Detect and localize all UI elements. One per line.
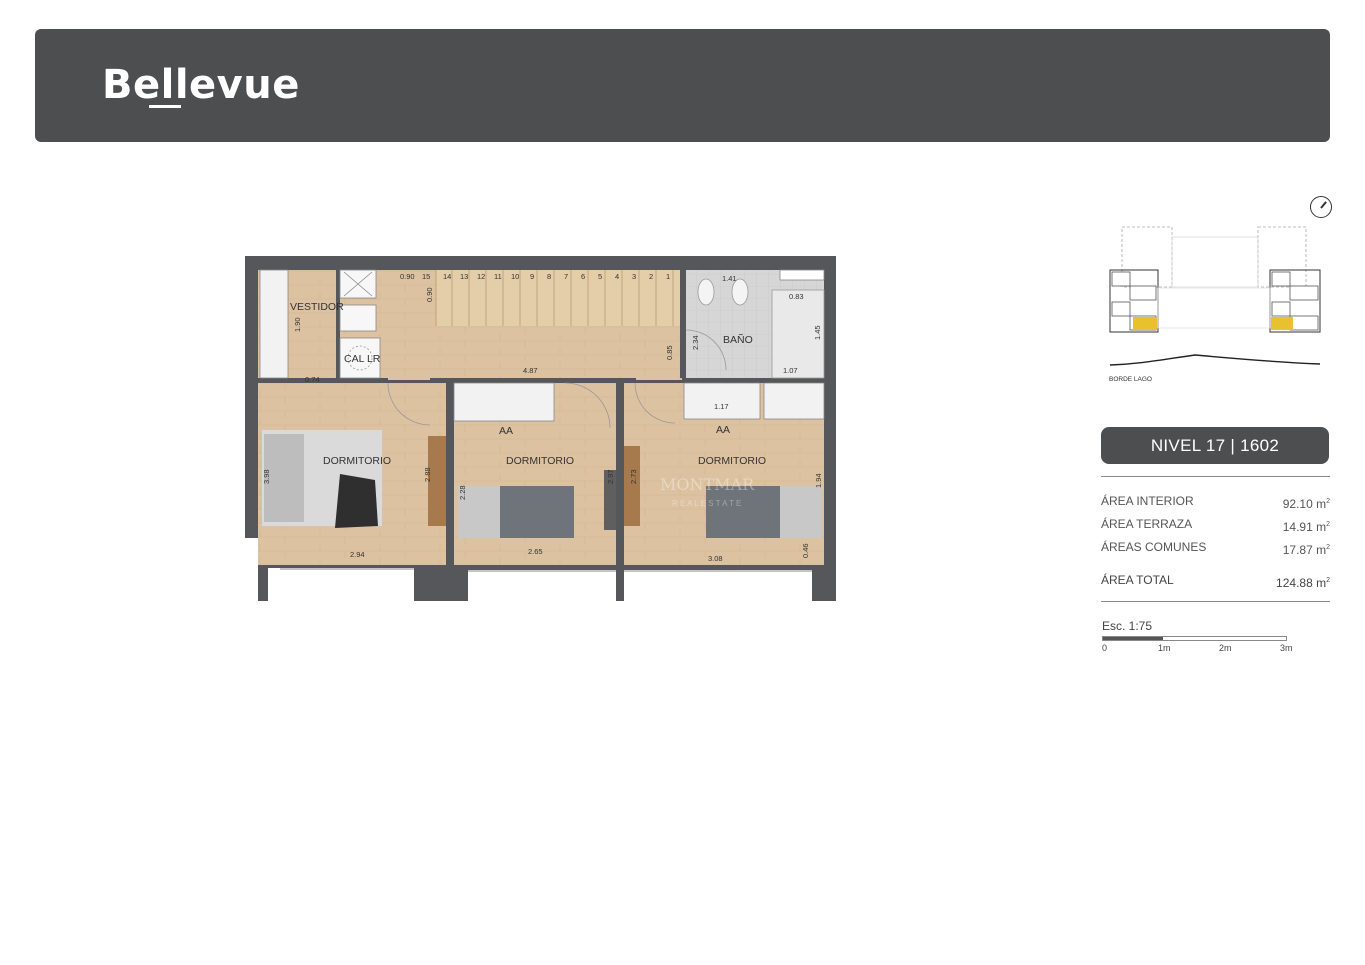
dim-0-46: 0.46 [801,543,810,558]
unit-label: NIVEL 17 | 1602 [1101,427,1329,464]
areas-table: ÁREA INTERIOR 92.10 m2 ÁREA TERRAZA 14.9… [1101,476,1330,602]
window-bath [779,269,825,281]
lake-edge-line [1109,354,1321,366]
room-label-aa-2: AA [716,424,730,436]
stair-step-2: 2 [649,272,653,281]
brand-underline [149,105,181,108]
watermark-tagline: R E A L E S T A T E [672,499,741,508]
floor-plan: 15 14 13 12 11 10 9 8 7 6 5 4 3 2 1 VEST… [245,256,836,601]
stair-step-10: 10 [511,272,519,281]
north-arrow-icon [1310,196,1332,218]
scale-tick: 0 [1102,643,1108,653]
area-row: ÁREA INTERIOR 92.10 m2 [1101,490,1330,513]
dim-0-90-a: 0.90 [400,272,415,281]
room-label-dormitorio-2: DORMITORIO [506,455,574,467]
room-label-dormitorio-3: DORMITORIO [698,455,766,467]
stair-step-6: 6 [581,272,585,281]
scale-tick: 1m [1158,643,1171,653]
dim-1-45: 1.45 [813,325,822,340]
vestidor-closet [259,269,289,379]
unit-highlight-left [1133,317,1157,330]
closet-dorm-2 [453,382,555,422]
stair-step-11: 11 [494,272,502,281]
closet-dorm-3 [683,382,761,420]
dim-3-98: 3.98 [262,469,271,484]
stair-step-13: 13 [460,272,468,281]
area-value: 17.87 m2 [1282,543,1330,557]
room-label-aa-1: AA [499,425,513,437]
stair-step-8: 8 [547,272,551,281]
dim-2-97: 2.97 [606,469,615,484]
dim-1-17: 1.17 [714,402,729,411]
closet-dorm-3b [763,382,825,420]
stairs [436,270,682,326]
dim-1-07: 1.07 [783,366,798,375]
stair-step-3: 3 [632,272,636,281]
dim-2-94: 2.94 [350,550,365,559]
room-label-cal-lr: CAL LR [344,353,381,365]
dim-0-90-b: 0.90 [425,287,434,302]
brand-logo: Bellevue [102,62,300,108]
unit-highlight-right [1271,317,1293,330]
dim-2-28: 2.28 [458,485,467,500]
area-total-row: ÁREA TOTAL 124.88 m2 [1101,569,1330,592]
dim-3-08: 3.08 [708,554,723,563]
room-label-vestidor: VESTIDOR [290,301,344,313]
toilet [697,278,715,306]
dim-2-73: 2.73 [629,469,638,484]
dim-1-90: 1.90 [293,317,302,332]
dim-1-41: 1.41 [722,274,737,283]
stair-step-5: 5 [598,272,602,281]
stair-step-7: 7 [564,272,568,281]
dim-4-87: 4.87 [523,366,538,375]
area-total-label: ÁREA TOTAL [1101,573,1174,587]
stair-step-15: 15 [422,272,430,281]
dim-2-34: 2.34 [691,335,700,350]
area-row: ÁREAS COMUNES 17.87 m2 [1101,536,1330,559]
stair-step-4: 4 [615,272,619,281]
utility-box [339,304,377,332]
bed-dorm-2 [458,486,574,538]
dim-2-65: 2.65 [528,547,543,556]
scale-ticks: 0 1m 2m 3m [1102,641,1302,653]
dim-0-85: 0.85 [665,345,674,360]
dim-0-74: 0.74 [305,375,320,384]
stair-step-14: 14 [443,272,451,281]
area-value: 14.91 m2 [1282,520,1330,534]
scale-tick: 3m [1280,643,1293,653]
watermark-name: MONTMAR [660,475,755,494]
area-label: ÁREA INTERIOR [1101,494,1194,508]
stair-step-1: 1 [666,272,670,281]
area-value: 92.10 m2 [1282,497,1330,511]
stair-step-9: 9 [530,272,534,281]
stair-step-12: 12 [477,272,485,281]
site-caption: BORDE LAGO [1109,376,1152,383]
room-label-dormitorio-1: DORMITORIO [323,455,391,467]
area-row: ÁREA TERRAZA 14.91 m2 [1101,513,1330,536]
dim-1-94: 1.94 [814,473,823,488]
area-label: ÁREAS COMUNES [1101,540,1207,554]
scale-bar: Esc. 1:75 0 1m 2m 3m [1102,619,1302,653]
desk-3 [624,446,640,526]
header-banner: Bellevue [35,29,1330,142]
dim-2-88: 2.88 [423,467,432,482]
bed-dorm-1 [262,430,382,528]
area-total-value: 124.88 m2 [1276,576,1330,590]
scale-label: Esc. 1:75 [1102,619,1153,633]
site-plan: BORDE LAGO [1109,226,1321,383]
area-label: ÁREA TERRAZA [1101,517,1193,531]
scale-tick: 2m [1219,643,1232,653]
dim-0-83: 0.83 [789,292,804,301]
room-label-bano: BAÑO [723,333,753,346]
